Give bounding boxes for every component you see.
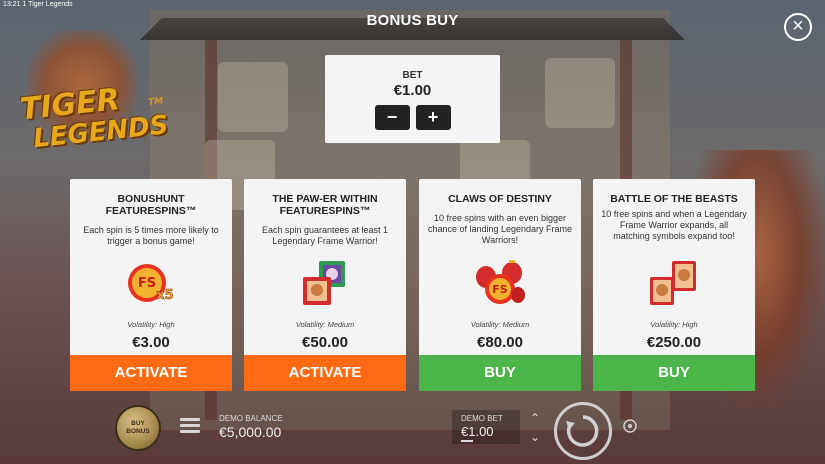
card-description: Each spin guarantees at least 1 Legendar… xyxy=(261,225,389,246)
svg-text:FS: FS xyxy=(138,276,156,291)
demo-balance-label: DEMO BALANCE xyxy=(219,414,283,423)
card-price: €250.00 xyxy=(646,334,702,351)
card-description: Each spin is 5 times more likely to trig… xyxy=(83,225,219,246)
bonus-card-paw-er-within: THE PAW-ER WITHIN FEATURESPINS™ Each spi… xyxy=(244,179,406,391)
buy-button[interactable]: BUY xyxy=(419,355,581,391)
buy-bonus-line2: BONUS xyxy=(126,428,150,435)
increase-bet-button[interactable]: + xyxy=(415,105,451,130)
svg-text:FS: FS xyxy=(492,283,508,296)
fs-lanterns-icon: FS xyxy=(472,259,528,307)
spin-icon xyxy=(566,415,599,447)
card-description: 10 free spins and when a Legendary Frame… xyxy=(601,209,747,241)
logo-trademark: TM xyxy=(147,96,164,108)
background-reel-symbol xyxy=(218,62,288,132)
bet-panel: BET €1.00 − + xyxy=(325,55,500,143)
page-title: BONUS BUY xyxy=(366,12,459,29)
bet-up-arrow-icon[interactable]: ⌃ xyxy=(528,411,542,425)
demo-bet-value: €1.00 xyxy=(461,424,494,439)
game-logo: TIGER LEGENDS TM xyxy=(18,81,169,165)
activate-button[interactable]: ACTIVATE xyxy=(70,355,232,391)
card-volatility: Volatility: High xyxy=(650,320,698,329)
background-reel-symbol xyxy=(545,58,615,128)
svg-text:x5: x5 xyxy=(156,288,173,303)
activate-button[interactable]: ACTIVATE xyxy=(244,355,406,391)
card-volatility: Volatility: Medium xyxy=(295,320,355,329)
card-volatility: Volatility: Medium xyxy=(470,320,530,329)
demo-balance-value: €5,000.00 xyxy=(219,424,282,440)
card-price: €50.00 xyxy=(302,334,348,351)
card-description: 10 free spins with an even bigger chance… xyxy=(427,213,573,245)
close-icon: × xyxy=(792,15,804,37)
expanding-frame-icon xyxy=(646,259,702,307)
bet-label: BET xyxy=(402,70,423,81)
card-volatility: Volatility: High xyxy=(127,320,175,329)
buy-button[interactable]: BUY xyxy=(593,355,755,391)
frame-warrior-icon xyxy=(297,259,353,307)
bonus-card-bonushunt: BONUSHUNT FEATURESPINS™ Each spin is 5 t… xyxy=(70,179,232,391)
menu-icon[interactable] xyxy=(180,418,200,434)
close-button[interactable]: × xyxy=(784,13,812,41)
card-title: BONUSHUNT FEATURESPINS™ xyxy=(105,193,197,217)
buy-bonus-button[interactable]: BUY BONUS xyxy=(115,405,161,451)
bet-down-arrow-icon[interactable]: ⌄ xyxy=(528,430,542,444)
card-title: THE PAW-ER WITHIN FEATURESPINS™ xyxy=(272,193,378,217)
bet-value: €1.00 xyxy=(393,82,432,99)
card-title: BATTLE OF THE BEASTS xyxy=(610,193,738,205)
buy-bonus-line1: BUY xyxy=(131,420,145,427)
bonus-card-claws-of-destiny: CLAWS OF DESTINY 10 free spins with an e… xyxy=(419,179,581,391)
autoplay-icon[interactable] xyxy=(622,418,638,434)
bonus-card-battle-of-the-beasts: BATTLE OF THE BEASTS 10 free spins and w… xyxy=(593,179,755,391)
demo-bet-label: DEMO BET xyxy=(461,414,503,423)
status-bar: 13:21 1 Tiger Legends xyxy=(3,1,73,8)
card-price: €3.00 xyxy=(132,334,170,351)
fs-x5-icon: FS x5 xyxy=(123,259,179,307)
spin-button[interactable] xyxy=(554,402,612,460)
demo-bet-underline xyxy=(461,440,473,442)
card-title: CLAWS OF DESTINY xyxy=(448,193,552,205)
decrease-bet-button[interactable]: − xyxy=(374,105,410,130)
card-price: €80.00 xyxy=(477,334,523,351)
